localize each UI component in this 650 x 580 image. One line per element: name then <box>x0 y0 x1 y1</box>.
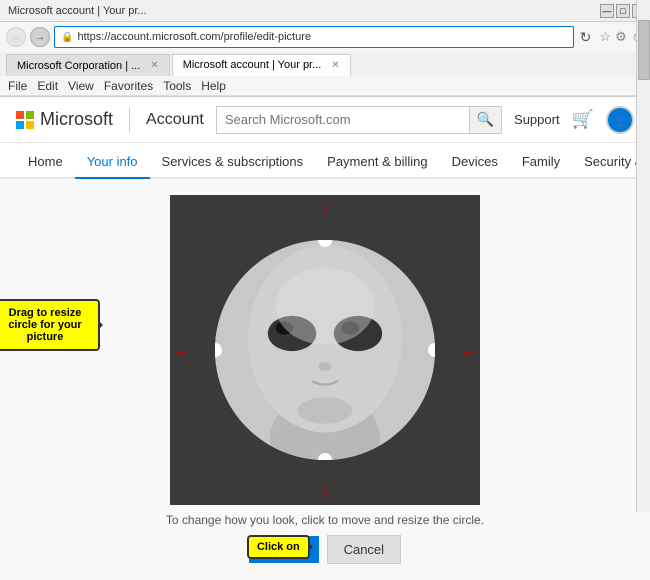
header-right: Support 🛒 👤 <box>514 106 634 134</box>
maximize-button[interactable]: □ <box>616 4 630 18</box>
search-input[interactable] <box>217 112 469 127</box>
arrow-left: → <box>172 340 190 361</box>
nav-your-info[interactable]: Your info <box>75 154 150 179</box>
logo-sq-green <box>26 111 34 119</box>
nav-payment[interactable]: Payment & billing <box>315 154 439 179</box>
crop-circle[interactable]: TenForums.com <box>215 240 435 460</box>
site-nav: Home Your info Services & subscriptions … <box>0 143 650 179</box>
click-tooltip: Click on <box>247 535 310 559</box>
ms-logo[interactable]: Microsoft <box>16 109 113 130</box>
star-icon[interactable]: ☆ <box>599 29 611 45</box>
tab-label-active: Microsoft account | Your pr... <box>183 59 322 71</box>
refresh-button[interactable]: ↻ <box>580 29 592 46</box>
tab-microsoft-corp[interactable]: Microsoft Corporation | ... ✕ <box>6 54 170 76</box>
menu-bar: File Edit View Favorites Tools Help <box>0 76 650 96</box>
nav-services[interactable]: Services & subscriptions <box>150 154 316 179</box>
menu-edit[interactable]: Edit <box>37 79 58 93</box>
search-box[interactable]: 🔍 <box>216 106 502 134</box>
logo-sq-yellow <box>26 121 34 129</box>
browser-nav: ← → 🔒 https://account.microsoft.com/prof… <box>0 22 650 52</box>
minimize-button[interactable]: — <box>600 4 614 18</box>
tab-close-icon[interactable]: ✕ <box>150 60 158 71</box>
tab-ms-account[interactable]: Microsoft account | Your pr... ✕ <box>172 54 351 76</box>
handle-bottom[interactable] <box>318 453 332 460</box>
tab-bar: Microsoft Corporation | ... ✕ Microsoft … <box>0 52 650 76</box>
scrollbar[interactable] <box>636 0 650 512</box>
account-label: Account <box>146 111 204 129</box>
user-avatar[interactable]: 👤 <box>606 106 634 134</box>
address-bar[interactable]: 🔒 https://account.microsoft.com/profile/… <box>54 26 574 48</box>
tab-label: Microsoft Corporation | ... <box>17 60 140 72</box>
arrow-bottom: ↑ <box>321 482 330 503</box>
nav-devices[interactable]: Devices <box>440 154 510 179</box>
menu-favorites[interactable]: Favorites <box>104 79 153 93</box>
menu-help[interactable]: Help <box>201 79 226 93</box>
menu-view[interactable]: View <box>68 79 94 93</box>
scrollbar-thumb[interactable] <box>638 20 650 80</box>
main-content: Drag to resize circle for your picture ↓… <box>0 179 650 580</box>
settings-icon[interactable]: ⚙ <box>615 29 627 45</box>
menu-tools[interactable]: Tools <box>163 79 191 93</box>
lock-icon: 🔒 <box>61 32 73 43</box>
handle-right[interactable] <box>428 343 435 357</box>
cart-icon[interactable]: 🛒 <box>572 109 594 130</box>
site-header: Microsoft Account 🔍 Support 🛒 👤 <box>0 97 650 143</box>
search-button[interactable]: 🔍 <box>469 107 501 133</box>
ms-logo-text: Microsoft <box>40 109 113 130</box>
cancel-button[interactable]: Cancel <box>327 535 401 564</box>
header-divider <box>129 108 130 132</box>
arrow-top: ↓ <box>321 197 330 218</box>
arrow-right: ← <box>460 340 478 361</box>
browser-bar: ← → 🔒 https://account.microsoft.com/prof… <box>0 22 650 97</box>
window-titlebar: Microsoft account | Your pr... — □ ✕ <box>0 0 650 22</box>
forward-button[interactable]: → <box>30 27 50 47</box>
instruction-text: To change how you look, click to move an… <box>166 513 484 527</box>
support-link[interactable]: Support <box>514 112 560 127</box>
logo-sq-blue <box>16 121 24 129</box>
alien-image: TenForums.com <box>215 240 435 460</box>
address-text: https://account.microsoft.com/profile/ed… <box>77 31 311 43</box>
resize-tooltip: Drag to resize circle for your picture <box>0 299 100 351</box>
tab-close-active-icon[interactable]: ✕ <box>331 60 339 71</box>
url-text: https://account.microsoft.com/profile/ed… <box>77 31 311 43</box>
image-editor[interactable]: ↓ ↑ → ← <box>170 195 480 505</box>
menu-file[interactable]: File <box>8 79 27 93</box>
back-button[interactable]: ← <box>6 27 26 47</box>
nav-family[interactable]: Family <box>510 154 572 179</box>
ms-logo-grid <box>16 111 34 129</box>
window-title: Microsoft account | Your pr... <box>4 5 147 17</box>
logo-sq-red <box>16 111 24 119</box>
nav-home[interactable]: Home <box>16 154 75 179</box>
action-row: Click on Save Cancel <box>249 535 401 564</box>
